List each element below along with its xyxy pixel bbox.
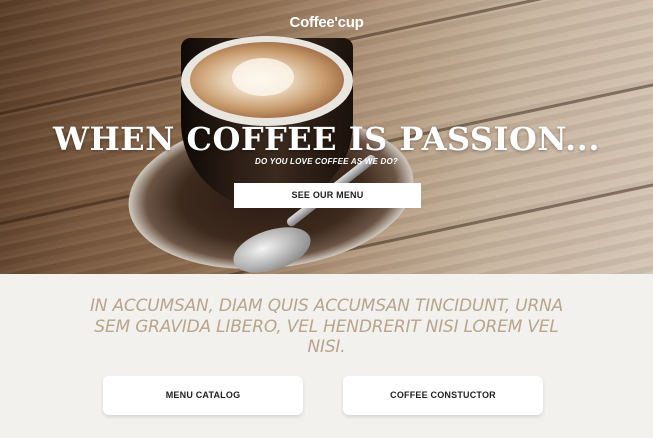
hero-headline: WHEN COFFEE IS PASSION... xyxy=(53,120,600,158)
see-our-menu-button[interactable]: SEE OUR MENU xyxy=(234,183,421,208)
menu-catalog-button[interactable]: MENU CATALOG xyxy=(103,376,303,415)
hero-banner: Coffee'cup WHEN COFFEE IS PASSION... DO … xyxy=(0,0,653,274)
intro-tagline: IN ACCUMSAN, DIAM QUIS ACCUMSAN TINCIDUN… xyxy=(89,296,564,357)
coffee-constructor-button[interactable]: COFFEE CONSTUCTOR xyxy=(343,376,543,415)
site-logo[interactable]: Coffee'cup xyxy=(0,14,653,31)
latte-art xyxy=(232,58,294,96)
hero-subline: DO YOU LOVE COFFEE AS WE DO? xyxy=(255,157,398,166)
